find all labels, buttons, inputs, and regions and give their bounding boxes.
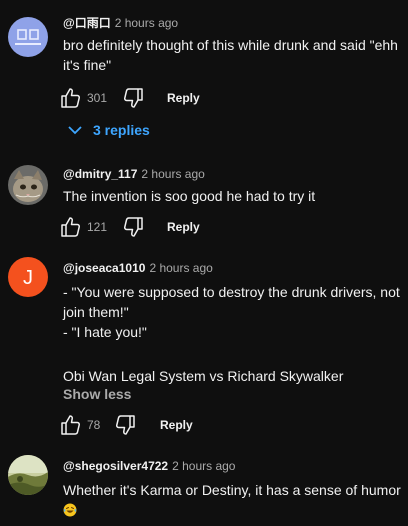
chevron-down-icon xyxy=(68,126,82,135)
comment-author[interactable]: @dmitry_117 xyxy=(63,167,137,181)
comment-text-line: - "I hate you!" xyxy=(63,324,147,340)
comment-time[interactable]: 2 hours ago xyxy=(172,459,235,473)
comment-actions: 301 Reply xyxy=(60,86,400,110)
comment-author[interactable]: @shegosilver4722 xyxy=(63,459,168,473)
comment-header: @shegosilver4722 2 hours ago xyxy=(63,458,402,474)
reply-button[interactable]: Reply xyxy=(167,90,200,106)
comment-time[interactable]: 2 hours ago xyxy=(115,16,178,30)
avatar[interactable] xyxy=(8,455,48,495)
comment-time[interactable]: 2 hours ago xyxy=(149,261,212,275)
comment-header: @joseaca1010 2 hours ago xyxy=(63,260,402,276)
comment-text: The invention is soo good he had to try … xyxy=(63,186,402,206)
comment-text-line: Obi Wan Legal System vs Richard Skywalke… xyxy=(63,368,344,384)
comment-header: @dmitry_117 2 hours ago xyxy=(63,166,402,182)
comment-body: @joseaca1010 2 hours ago - "You were supp… xyxy=(63,260,402,386)
comment-author[interactable]: @口雨口 xyxy=(63,16,111,30)
thumbs-up-icon[interactable] xyxy=(60,215,82,239)
comment-text-line: join them!" xyxy=(63,304,129,320)
comment-actions: 121 Reply xyxy=(60,215,400,239)
thumbs-up-icon[interactable] xyxy=(60,413,82,437)
avatar[interactable]: J xyxy=(8,257,48,297)
comment-text-line xyxy=(63,500,402,520)
comment-text-line: Whether it's Karma or Destiny, it has a … xyxy=(63,482,401,498)
comment-text-line xyxy=(63,342,402,362)
avatar[interactable] xyxy=(8,17,48,57)
comment-actions: 78 Reply xyxy=(60,413,400,437)
like-count: 78 xyxy=(87,418,101,432)
avatar-letter: J xyxy=(23,267,33,289)
avatar[interactable] xyxy=(8,165,48,205)
comment-text-line: - "You were supposed to destroy the drun… xyxy=(63,284,400,300)
thumbs-down-icon[interactable] xyxy=(122,86,144,110)
thumbs-down-icon[interactable] xyxy=(122,215,144,239)
comment-text-line: The invention is soo good he had to try … xyxy=(63,188,316,204)
laughing-with-tears-emoji xyxy=(63,503,77,517)
comment-time[interactable]: 2 hours ago xyxy=(141,167,204,181)
like-count: 121 xyxy=(87,220,108,234)
reply-button[interactable]: Reply xyxy=(160,417,193,433)
comment-body: @dmitry_117 2 hours ago The invention is … xyxy=(63,166,402,206)
comment-text-line: it's fine" xyxy=(63,57,112,73)
reply-button[interactable]: Reply xyxy=(167,219,200,235)
show-less-button[interactable]: Show less xyxy=(63,384,131,404)
comment-body: @口雨口 2 hours ago bro definitely thought o… xyxy=(63,15,402,75)
thumbs-down-icon[interactable] xyxy=(114,413,136,437)
thumbs-up-icon[interactable] xyxy=(60,86,82,110)
like-count: 301 xyxy=(87,91,108,105)
comment-author[interactable]: @joseaca1010 xyxy=(63,261,145,275)
comment-body: @shegosilver4722 2 hours ago Whether it's… xyxy=(63,458,402,520)
comment-text: - "You were supposed to destroy the drun… xyxy=(63,282,402,386)
replies-count-label: 3 replies xyxy=(93,122,150,138)
comment-text-line: bro definitely thought of this while dru… xyxy=(63,37,398,53)
comment-text: Whether it's Karma or Destiny, it has a … xyxy=(63,480,402,520)
comment-header: @口雨口 2 hours ago xyxy=(63,15,402,31)
comment-text: bro definitely thought of this while dru… xyxy=(63,35,402,75)
